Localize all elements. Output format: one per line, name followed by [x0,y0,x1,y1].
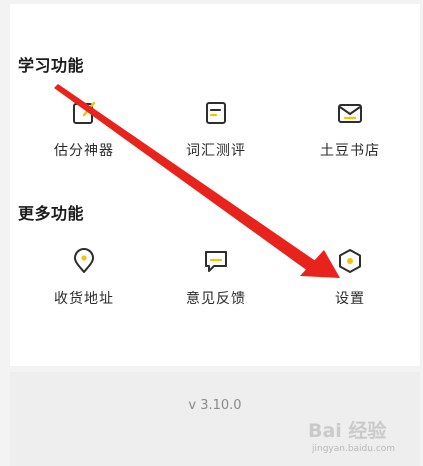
mail-icon [338,104,362,123]
item-label: 土豆书店 [320,143,380,159]
item-vocabulary-test[interactable]: 词汇测评 [156,100,276,170]
item-label: 收货地址 [54,291,114,307]
location-pin-icon [74,248,94,273]
edit-note-icon [73,101,96,124]
item-shipping-address[interactable]: 收货地址 [24,248,144,318]
watermark-text: Bai 经验 [308,420,387,442]
section-title-learning: 学习功能 [18,56,85,75]
item-settings[interactable]: 设置 [290,248,410,318]
item-label: 意见反馈 [186,291,246,307]
settings-hexagon-icon [339,249,361,273]
feedback-icon [205,251,227,272]
item-label: 估分神器 [54,143,114,159]
section-title-more: 更多功能 [18,204,85,223]
item-score-estimator[interactable]: 估分神器 [24,100,144,170]
item-bookstore[interactable]: 土豆书店 [290,100,410,170]
item-feedback[interactable]: 意见反馈 [156,248,276,318]
baidu-jingyan-watermark: Bai 经验 jingyan.baidu.com [306,408,418,464]
document-icon [206,102,226,124]
item-label: 设置 [335,291,365,307]
watermark-url: jingyan.baidu.com [312,444,396,454]
item-label: 词汇测评 [186,143,246,159]
